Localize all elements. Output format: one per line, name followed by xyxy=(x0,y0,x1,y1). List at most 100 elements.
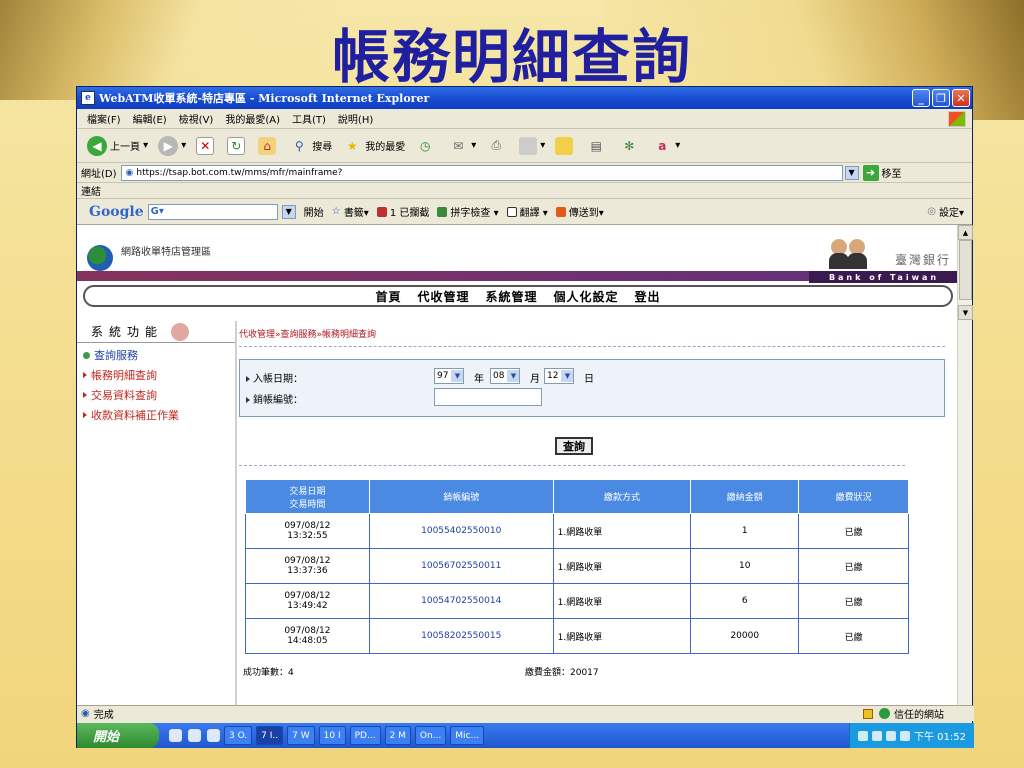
cell-account[interactable]: 10056702550011 xyxy=(368,548,554,584)
main-content: 代收管理»查詢服務»帳務明細查詢 入帳日期： 97 ▼ 年 08 ▼ 月 12 ▼ 日… xyxy=(239,321,945,705)
nav-system[interactable]: 系統管理 xyxy=(485,288,537,305)
account-input[interactable] xyxy=(434,388,542,406)
cell-account[interactable]: 10054702550014 xyxy=(368,583,554,619)
bookmarks-button[interactable]: ☆ 書籤▾ xyxy=(332,204,369,219)
links-label[interactable]: 連結 xyxy=(81,183,101,198)
refresh-button[interactable]: ↻ xyxy=(227,136,248,155)
go-arrow-icon: ➜ xyxy=(862,164,879,181)
favorites-button[interactable]: ★ 我的最愛 xyxy=(342,136,405,156)
clock[interactable]: 下午 01:52 xyxy=(914,728,966,743)
ie-quicklaunch-icon[interactable] xyxy=(169,729,182,742)
nav-personal[interactable]: 個人化設定 xyxy=(554,288,619,305)
back-label: 上一頁 xyxy=(110,142,140,153)
scroll-thumb[interactable] xyxy=(959,240,972,300)
cell-amount: 20000 xyxy=(690,618,800,654)
folder-icon xyxy=(555,136,574,155)
day-select[interactable]: 12 ▼ xyxy=(544,368,575,384)
cell-account[interactable]: 10058202550015 xyxy=(368,618,554,654)
ie-icon: e xyxy=(81,91,95,105)
research-button[interactable]: ▤ xyxy=(586,136,609,156)
mail-button[interactable]: ✉ ▾ xyxy=(448,136,476,156)
menu-edit[interactable]: 編輯(E) xyxy=(133,111,167,126)
sidebar-item-label: 帳務明細查詢 xyxy=(91,369,157,382)
security-zone[interactable]: 信任的網站 xyxy=(863,706,944,721)
edit-button[interactable]: ▾ xyxy=(519,136,545,155)
sidebar-item-statement[interactable]: 帳務明細查詢 xyxy=(77,367,235,383)
task-button[interactable]: On... xyxy=(414,726,447,745)
forward-button[interactable]: ▶ ▾ xyxy=(158,135,186,156)
task-button[interactable]: 3 O. xyxy=(224,726,253,745)
home-button[interactable]: ⌂ xyxy=(258,136,279,155)
task-button[interactable]: 7 I.. xyxy=(256,726,284,745)
media-quicklaunch-icon[interactable] xyxy=(188,729,201,742)
year-select[interactable]: 97 ▼ xyxy=(434,368,465,384)
query-button[interactable]: 查詢 xyxy=(555,437,593,455)
minimize-button[interactable]: _ xyxy=(912,89,930,107)
task-button[interactable]: 10 I xyxy=(318,726,346,745)
google-settings-button[interactable]: ◎ 設定▾ xyxy=(927,204,964,219)
sidebar-item-correction[interactable]: 收款資料補正作業 xyxy=(77,407,235,423)
google-toolbar: Google G▾ ▼ 開始 ☆ 書籤▾ 1 已攔截 拼字檢查 ▾ 翻譯 ▾ 傳… xyxy=(77,199,972,225)
breadcrumb[interactable]: 代收管理»查詢服務»帳務明細查詢 xyxy=(239,327,945,347)
google-search-dropdown[interactable]: ▼ xyxy=(281,204,296,219)
print-button[interactable]: ⎙ xyxy=(486,136,509,156)
tray-pen-icon[interactable] xyxy=(872,730,882,741)
tray-volume-icon[interactable] xyxy=(900,730,910,741)
nav-collection[interactable]: 代收管理 xyxy=(417,288,469,305)
vertical-scrollbar[interactable]: ▲ ▼ xyxy=(957,225,973,705)
sendto-label: 傳送到▾ xyxy=(568,208,604,219)
scroll-up-button[interactable]: ▲ xyxy=(958,225,973,240)
google-logo[interactable]: Google xyxy=(89,204,144,220)
spellcheck-button[interactable]: 拼字檢查 ▾ xyxy=(437,204,499,219)
quick-launch xyxy=(169,729,220,742)
sidebar-item-transactions[interactable]: 交易資料查詢 xyxy=(77,387,235,403)
bookmarks-label: 書籤▾ xyxy=(343,208,369,219)
divider xyxy=(239,465,905,466)
popup-blocker[interactable]: 1 已攔截 xyxy=(376,204,429,219)
restore-button[interactable]: ❐ xyxy=(932,89,950,107)
browser-window: e WebATM收單系統-特店專區 - Microsoft Internet E… xyxy=(76,86,974,748)
outlook-quicklaunch-icon[interactable] xyxy=(207,729,220,742)
folder-button[interactable] xyxy=(555,136,576,155)
task-button[interactable]: PD... xyxy=(349,726,381,745)
scroll-down-button[interactable]: ▼ xyxy=(958,305,973,320)
close-button[interactable]: ✕ xyxy=(952,89,970,107)
page-viewport: 網路收單特店管理區 臺灣銀行 Bank of Taiwan 首頁 代收管理 系統… xyxy=(77,225,959,705)
cell-account[interactable]: 10055402550010 xyxy=(368,513,554,549)
ime-button[interactable]: a ▾ xyxy=(652,136,680,156)
address-dropdown[interactable]: ▼ xyxy=(844,165,859,180)
back-button[interactable]: ◀ 上一頁 ▾ xyxy=(87,135,148,156)
spellcheck-icon xyxy=(437,206,448,217)
menu-favorites[interactable]: 我的最愛(A) xyxy=(225,111,280,126)
task-button[interactable]: 2 M xyxy=(384,726,411,745)
nav-home[interactable]: 首頁 xyxy=(375,288,401,305)
tray-keyboard-icon[interactable] xyxy=(858,730,868,741)
translate-button[interactable]: 翻譯 ▾ xyxy=(506,204,548,219)
cell-status: 已繳 xyxy=(798,513,909,549)
menu-file[interactable]: 檔案(F) xyxy=(87,111,121,126)
history-button[interactable]: ◷ xyxy=(415,136,438,156)
sendto-button[interactable]: 傳送到▾ xyxy=(555,204,604,219)
google-start-button[interactable]: 開始 xyxy=(304,204,324,219)
menu-tools[interactable]: 工具(T) xyxy=(292,111,326,126)
success-count: 成功筆數：4 xyxy=(243,668,294,678)
stop-button[interactable]: ✕ xyxy=(196,136,217,155)
search-button[interactable]: ⚲ 搜尋 xyxy=(289,136,332,156)
google-search-input[interactable]: G▾ xyxy=(147,203,278,220)
window-titlebar[interactable]: e WebATM收單系統-特店專區 - Microsoft Internet E… xyxy=(77,87,972,109)
url-input[interactable]: ◉ https://tsap.bot.com.tw/mms/mfr/mainfra… xyxy=(120,164,843,181)
window-title: WebATM收單系統-特店專區 - Microsoft Internet Exp… xyxy=(99,92,430,105)
menu-view[interactable]: 檢視(V) xyxy=(179,111,214,126)
menu-help[interactable]: 說明(H) xyxy=(338,111,373,126)
nav-logout[interactable]: 登出 xyxy=(635,288,661,305)
page-icon: ◉ xyxy=(125,167,134,178)
start-button[interactable]: 開始 xyxy=(77,723,159,748)
month-select[interactable]: 08 ▼ xyxy=(490,368,521,384)
task-button[interactable]: Mic... xyxy=(450,726,485,745)
stop-icon: ✕ xyxy=(196,136,215,155)
go-button[interactable]: ➜ 移至 xyxy=(862,164,902,181)
sidebar-group-query[interactable]: 查詢服務 xyxy=(77,347,235,363)
tray-network-icon[interactable] xyxy=(886,730,896,741)
task-button[interactable]: 7 W xyxy=(287,726,315,745)
messenger-button[interactable]: ✻ xyxy=(619,136,642,156)
